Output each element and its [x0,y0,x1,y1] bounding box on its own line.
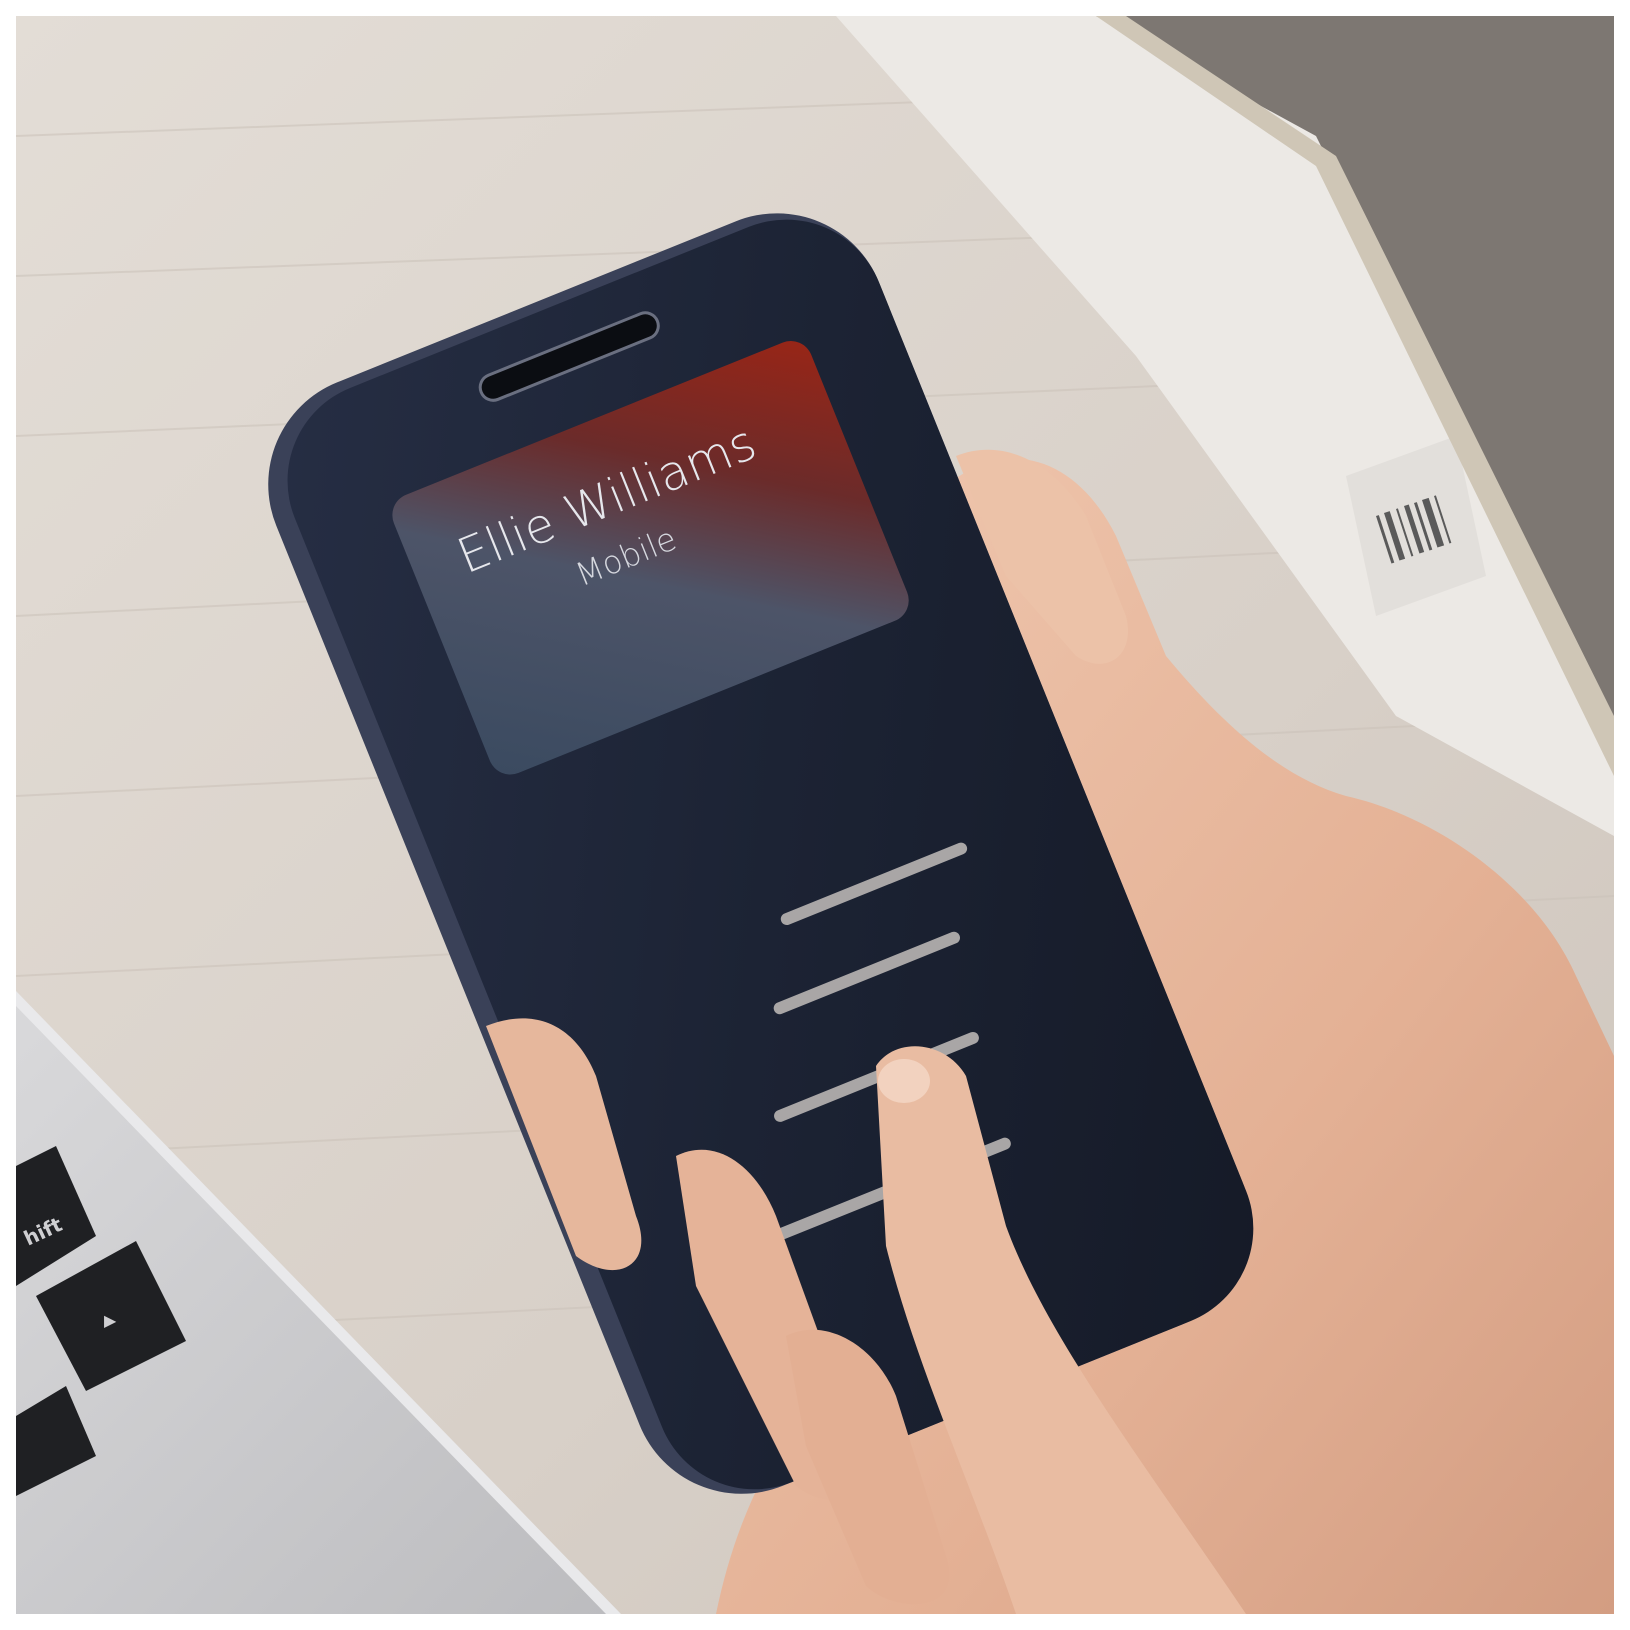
photo-frame: hift ▶ Ellie Williams Mobile [16,16,1614,1614]
play-arrow-icon: ▶ [104,1311,117,1330]
index-fingernail [878,1059,930,1103]
photo-scene: hift ▶ Ellie Williams Mobile [16,16,1614,1614]
